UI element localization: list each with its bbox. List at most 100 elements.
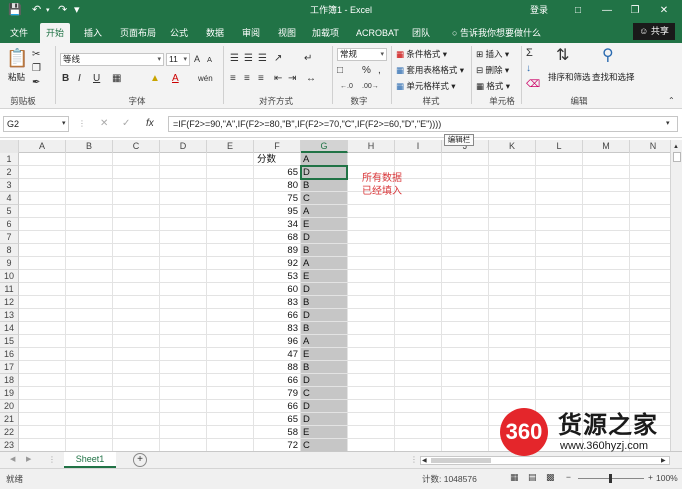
- copy-icon[interactable]: ❐: [32, 63, 41, 75]
- collapse-ribbon-icon[interactable]: ⌃: [668, 95, 675, 107]
- paste-icon[interactable]: 📋: [6, 47, 28, 69]
- increase-indent-icon[interactable]: ⇥: [288, 73, 296, 85]
- row-header[interactable]: 12: [0, 296, 19, 309]
- italic-icon[interactable]: I: [78, 73, 81, 85]
- close-icon[interactable]: ✕: [651, 0, 677, 21]
- scroll-left-icon[interactable]: ◀: [422, 455, 427, 467]
- align-bottom-icon[interactable]: ☰: [258, 53, 267, 65]
- next-sheet-icon[interactable]: ▶: [26, 454, 31, 466]
- cell-grade[interactable]: B: [303, 361, 309, 374]
- cancel-icon[interactable]: ✕: [100, 118, 108, 130]
- font-color-icon[interactable]: A: [172, 73, 179, 85]
- cell-score[interactable]: 92: [254, 257, 298, 270]
- tab-data[interactable]: 数据: [200, 23, 230, 43]
- cell-score[interactable]: 83: [254, 322, 298, 335]
- align-left-icon[interactable]: ≡: [230, 73, 236, 85]
- cell-score[interactable]: 66: [254, 309, 298, 322]
- add-sheet-icon[interactable]: +: [133, 453, 147, 467]
- h-scroll-thumb[interactable]: [431, 458, 491, 463]
- cell-score[interactable]: 96: [254, 335, 298, 348]
- cell-grade[interactable]: C: [303, 387, 310, 400]
- merge-center-icon[interactable]: ↔: [306, 73, 316, 85]
- column-header-n[interactable]: N: [630, 140, 670, 153]
- cell-grade[interactable]: B: [303, 322, 309, 335]
- cell-score[interactable]: 65: [254, 413, 298, 426]
- number-format-dropdown[interactable]: 常规: [337, 48, 387, 61]
- paste-label[interactable]: 粘贴: [8, 71, 25, 83]
- align-top-icon[interactable]: ☰: [230, 53, 239, 65]
- cell-grade[interactable]: D: [303, 374, 310, 387]
- cell-score[interactable]: 95: [254, 205, 298, 218]
- row-header[interactable]: 2: [0, 166, 19, 179]
- bold-icon[interactable]: B: [62, 73, 69, 85]
- cell-score[interactable]: 66: [254, 400, 298, 413]
- row-header[interactable]: 17: [0, 361, 19, 374]
- column-header-k[interactable]: K: [489, 140, 536, 153]
- cell-score[interactable]: 79: [254, 387, 298, 400]
- cell-f-header[interactable]: 分数: [257, 153, 276, 166]
- cell-grade[interactable]: E: [303, 426, 309, 439]
- row-header[interactable]: 4: [0, 192, 19, 205]
- underline-icon[interactable]: U: [93, 73, 100, 85]
- cell-score[interactable]: 66: [254, 374, 298, 387]
- tab-review[interactable]: 审阅: [236, 23, 266, 43]
- decrease-indent-icon[interactable]: ⇤: [274, 73, 282, 85]
- clear-icon[interactable]: ⌫: [526, 79, 540, 91]
- font-size-dropdown[interactable]: 11: [166, 53, 190, 66]
- cell-score[interactable]: 68: [254, 231, 298, 244]
- name-box-dropdown-icon[interactable]: ▾: [62, 118, 66, 130]
- cell-score[interactable]: 72: [254, 439, 298, 451]
- cell-grade[interactable]: A: [303, 335, 309, 348]
- increase-decimal-icon[interactable]: ←.0: [340, 81, 353, 93]
- row-header[interactable]: 1: [0, 153, 19, 166]
- tab-home[interactable]: 开始: [40, 23, 71, 43]
- cell-grade[interactable]: C: [303, 439, 310, 451]
- format-painter-icon[interactable]: ✒: [32, 77, 40, 89]
- page-break-view-icon[interactable]: ▩: [546, 472, 555, 483]
- align-middle-icon[interactable]: ☰: [244, 53, 253, 65]
- column-header-l[interactable]: L: [536, 140, 583, 153]
- horizontal-scrollbar[interactable]: ◀ ▶: [420, 456, 670, 465]
- row-header[interactable]: 3: [0, 179, 19, 192]
- row-header[interactable]: 11: [0, 283, 19, 296]
- wrap-text-icon[interactable]: ↵: [304, 53, 312, 65]
- column-header-m[interactable]: M: [583, 140, 630, 153]
- cell-score[interactable]: 58: [254, 426, 298, 439]
- cell-grade[interactable]: D: [303, 413, 310, 426]
- percent-icon[interactable]: %: [362, 65, 371, 77]
- sheet-menu-icon[interactable]: ⋮: [48, 454, 56, 466]
- row-header[interactable]: 15: [0, 335, 19, 348]
- accounting-format-icon[interactable]: □: [337, 65, 343, 77]
- zoom-level[interactable]: 100%: [656, 473, 678, 483]
- cell-grade[interactable]: B: [303, 244, 309, 257]
- scroll-right-icon[interactable]: ▶: [661, 455, 666, 467]
- row-header[interactable]: 6: [0, 218, 19, 231]
- phonetic-icon[interactable]: wén: [198, 73, 213, 85]
- tab-formulas[interactable]: 公式: [164, 23, 194, 43]
- comma-icon[interactable]: ,: [378, 65, 381, 77]
- format-cells-button[interactable]: ▦ 格式 ▾: [476, 80, 510, 92]
- cell-styles-button[interactable]: ▦ 单元格样式 ▾: [396, 80, 456, 92]
- zoom-in-icon[interactable]: +: [648, 472, 653, 482]
- cut-icon[interactable]: ✂: [32, 49, 40, 61]
- column-header-g[interactable]: G: [301, 140, 348, 153]
- scroll-thumb[interactable]: [673, 152, 681, 162]
- fill-icon[interactable]: ↓: [526, 63, 531, 75]
- row-header[interactable]: 13: [0, 309, 19, 322]
- find-select-icon[interactable]: ⚲: [602, 47, 614, 65]
- expand-formula-icon[interactable]: ▾: [666, 118, 670, 130]
- row-header[interactable]: 22: [0, 426, 19, 439]
- login-link[interactable]: 登录: [530, 0, 548, 21]
- tab-team[interactable]: 团队: [406, 23, 436, 43]
- column-header-c[interactable]: C: [113, 140, 160, 153]
- cell-grade[interactable]: A: [303, 205, 309, 218]
- zoom-slider[interactable]: [578, 474, 644, 483]
- decrease-decimal-icon[interactable]: .00→: [362, 81, 379, 93]
- tab-view[interactable]: 视图: [272, 23, 302, 43]
- insert-cells-button[interactable]: ⊞ 插入 ▾: [476, 48, 509, 60]
- border-icon[interactable]: ▦: [112, 73, 121, 85]
- tab-file[interactable]: 文件: [4, 23, 34, 43]
- column-header-d[interactable]: D: [160, 140, 207, 153]
- fill-color-icon[interactable]: ▲: [150, 73, 160, 85]
- share-button[interactable]: ☺ 共享: [633, 23, 675, 40]
